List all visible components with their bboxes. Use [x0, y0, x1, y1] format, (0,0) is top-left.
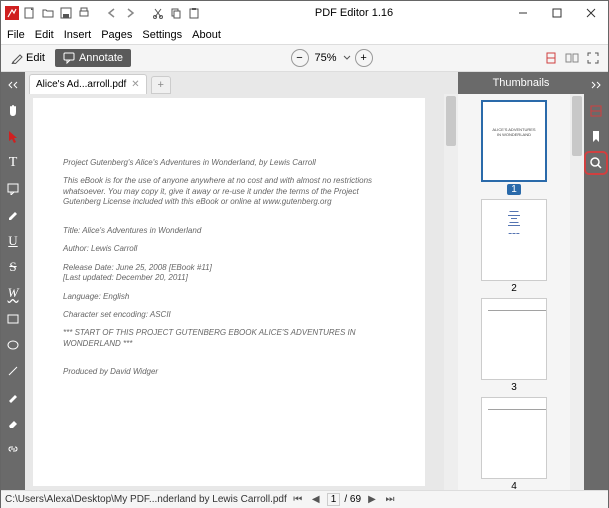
search-tab-icon[interactable] — [587, 154, 605, 172]
single-page-icon[interactable] — [542, 49, 560, 67]
highlight-tool-icon[interactable] — [4, 206, 22, 224]
annotate-mode-button[interactable]: Annotate — [55, 49, 131, 67]
thumbnail-item[interactable]: ▬▬▬▬▬▬▬▬▬▬▬▬▬▬▬▬▬ ▬ ▬ 2 — [481, 199, 547, 294]
maximize-button[interactable] — [540, 1, 574, 25]
doc-text: Character set encoding: ASCII — [63, 310, 395, 320]
collapse-left-icon[interactable] — [4, 76, 22, 94]
menu-file[interactable]: File — [7, 29, 25, 41]
thumbnails-header: Thumbnails — [458, 72, 584, 94]
window-title: PDF Editor 1.16 — [202, 7, 506, 19]
chevron-down-icon[interactable] — [343, 54, 351, 62]
doc-text: Project Gutenberg's Alice's Adventures i… — [63, 158, 395, 168]
thumbnail-item[interactable]: ▬▬▬▬▬▬▬▬▬▬▬▬▬▬▬▬▬▬▬▬▬▬▬▬▬▬▬▬▬▬▬▬▬▬▬▬▬▬▬▬… — [481, 298, 547, 393]
status-bar: C:\Users\Alexa\Desktop\My PDF...nderland… — [1, 490, 608, 508]
arrow-tool-icon[interactable] — [4, 128, 22, 146]
undo-icon[interactable] — [104, 5, 120, 21]
vertical-scrollbar[interactable] — [444, 94, 458, 490]
link-tool-icon[interactable] — [4, 440, 22, 458]
document-tab[interactable]: Alice's Ad...arroll.pdf ✕ — [29, 74, 147, 94]
left-tool-strip: T U S W — [1, 72, 25, 490]
squiggly-tool-icon[interactable]: W — [4, 284, 22, 302]
menu-settings[interactable]: Settings — [142, 29, 182, 41]
tab-label: Alice's Ad...arroll.pdf — [36, 79, 126, 90]
page-total: / 69 — [344, 494, 361, 505]
tab-strip: Alice's Ad...arroll.pdf ✕ + — [25, 72, 458, 94]
close-button[interactable] — [574, 1, 608, 25]
page-number-input[interactable]: 1 — [327, 493, 341, 506]
thumbnails-tab-icon[interactable] — [587, 102, 605, 120]
rectangle-tool-icon[interactable] — [4, 310, 22, 328]
tab-close-icon[interactable]: ✕ — [131, 79, 139, 90]
prev-page-button[interactable]: ◀ — [309, 494, 323, 505]
zoom-level[interactable]: 75% — [313, 52, 339, 64]
file-path: C:\Users\Alexa\Desktop\My PDF...nderland… — [5, 494, 287, 505]
paste-icon[interactable] — [186, 5, 202, 21]
doc-text: Language: English — [63, 292, 395, 302]
doc-text: Release Date: June 25, 2008 [EBook #11] — [63, 263, 395, 273]
right-tool-strip — [584, 72, 608, 490]
strikeout-tool-icon[interactable]: S — [4, 258, 22, 276]
thumbnail-item[interactable]: ▬▬▬▬▬▬▬▬▬▬▬▬▬▬▬▬▬▬▬▬▬▬▬▬▬▬▬▬▬▬▬▬▬▬▬▬▬▬▬▬… — [481, 397, 547, 490]
fullscreen-icon[interactable] — [584, 49, 602, 67]
menu-insert[interactable]: Insert — [64, 29, 92, 41]
hand-tool-icon[interactable] — [4, 102, 22, 120]
pencil-tool-icon[interactable] — [4, 388, 22, 406]
doc-text: This eBook is for the use of anyone anyw… — [63, 176, 395, 207]
comment-icon — [63, 52, 75, 64]
app-icon — [4, 5, 20, 21]
copy-icon[interactable] — [168, 5, 184, 21]
doc-text: Produced by David Widger — [63, 367, 395, 377]
doc-text: Title: Alice's Adventures in Wonderland — [63, 226, 395, 236]
last-page-button[interactable]: ⏭ — [383, 494, 397, 505]
thumbnail-item[interactable]: ALICE'S ADVENTURESIN WONDERLAND 1 — [481, 100, 547, 195]
minimize-button[interactable] — [506, 1, 540, 25]
save-icon[interactable] — [58, 5, 74, 21]
menu-edit[interactable]: Edit — [35, 29, 54, 41]
zoom-in-button[interactable]: + — [355, 49, 373, 67]
pencil-icon — [11, 52, 23, 64]
zoom-controls: − 75% + — [291, 49, 373, 67]
thumbnail-number: 2 — [511, 283, 517, 294]
menu-about[interactable]: About — [192, 29, 221, 41]
menu-pages[interactable]: Pages — [101, 29, 132, 41]
ellipse-tool-icon[interactable] — [4, 336, 22, 354]
menu-bar: File Edit Insert Pages Settings About — [1, 25, 608, 44]
collapse-right-icon[interactable] — [587, 76, 605, 94]
zoom-out-button[interactable]: − — [291, 49, 309, 67]
doc-text: [Last updated: December 20, 2011] — [63, 273, 395, 283]
doc-text: *** START OF THIS PROJECT GUTENBERG EBOO… — [63, 328, 395, 349]
thumbnail-scrollbar[interactable] — [570, 94, 584, 490]
line-tool-icon[interactable] — [4, 362, 22, 380]
underline-tool-icon[interactable]: U — [4, 232, 22, 250]
next-page-button[interactable]: ▶ — [365, 494, 379, 505]
document-area: Alice's Ad...arroll.pdf ✕ + Project Gute… — [25, 72, 458, 490]
doc-text: Author: Lewis Carroll — [63, 244, 395, 254]
redo-icon[interactable] — [122, 5, 138, 21]
two-page-icon[interactable] — [563, 49, 581, 67]
open-icon[interactable] — [40, 5, 56, 21]
title-bar: PDF Editor 1.16 — [1, 1, 608, 25]
cut-icon[interactable] — [150, 5, 166, 21]
thumbnails-panel: Thumbnails ALICE'S ADVENTURESIN WONDERLA… — [458, 72, 584, 490]
text-tool-icon[interactable]: T — [4, 154, 22, 172]
new-tab-button[interactable]: + — [151, 76, 171, 94]
bookmarks-tab-icon[interactable] — [587, 128, 605, 146]
thumbnail-number: 4 — [511, 481, 517, 490]
new-icon[interactable] — [22, 5, 38, 21]
thumbnail-number: 3 — [511, 382, 517, 393]
document-page[interactable]: Project Gutenberg's Alice's Adventures i… — [33, 98, 425, 486]
note-tool-icon[interactable] — [4, 180, 22, 198]
print-icon[interactable] — [76, 5, 92, 21]
toolbar: Edit Annotate − 75% + — [1, 44, 608, 72]
first-page-button[interactable]: ⏮ — [291, 494, 305, 505]
thumbnail-number: 1 — [507, 184, 521, 195]
edit-mode-button[interactable]: Edit — [5, 50, 51, 66]
eraser-tool-icon[interactable] — [4, 414, 22, 432]
